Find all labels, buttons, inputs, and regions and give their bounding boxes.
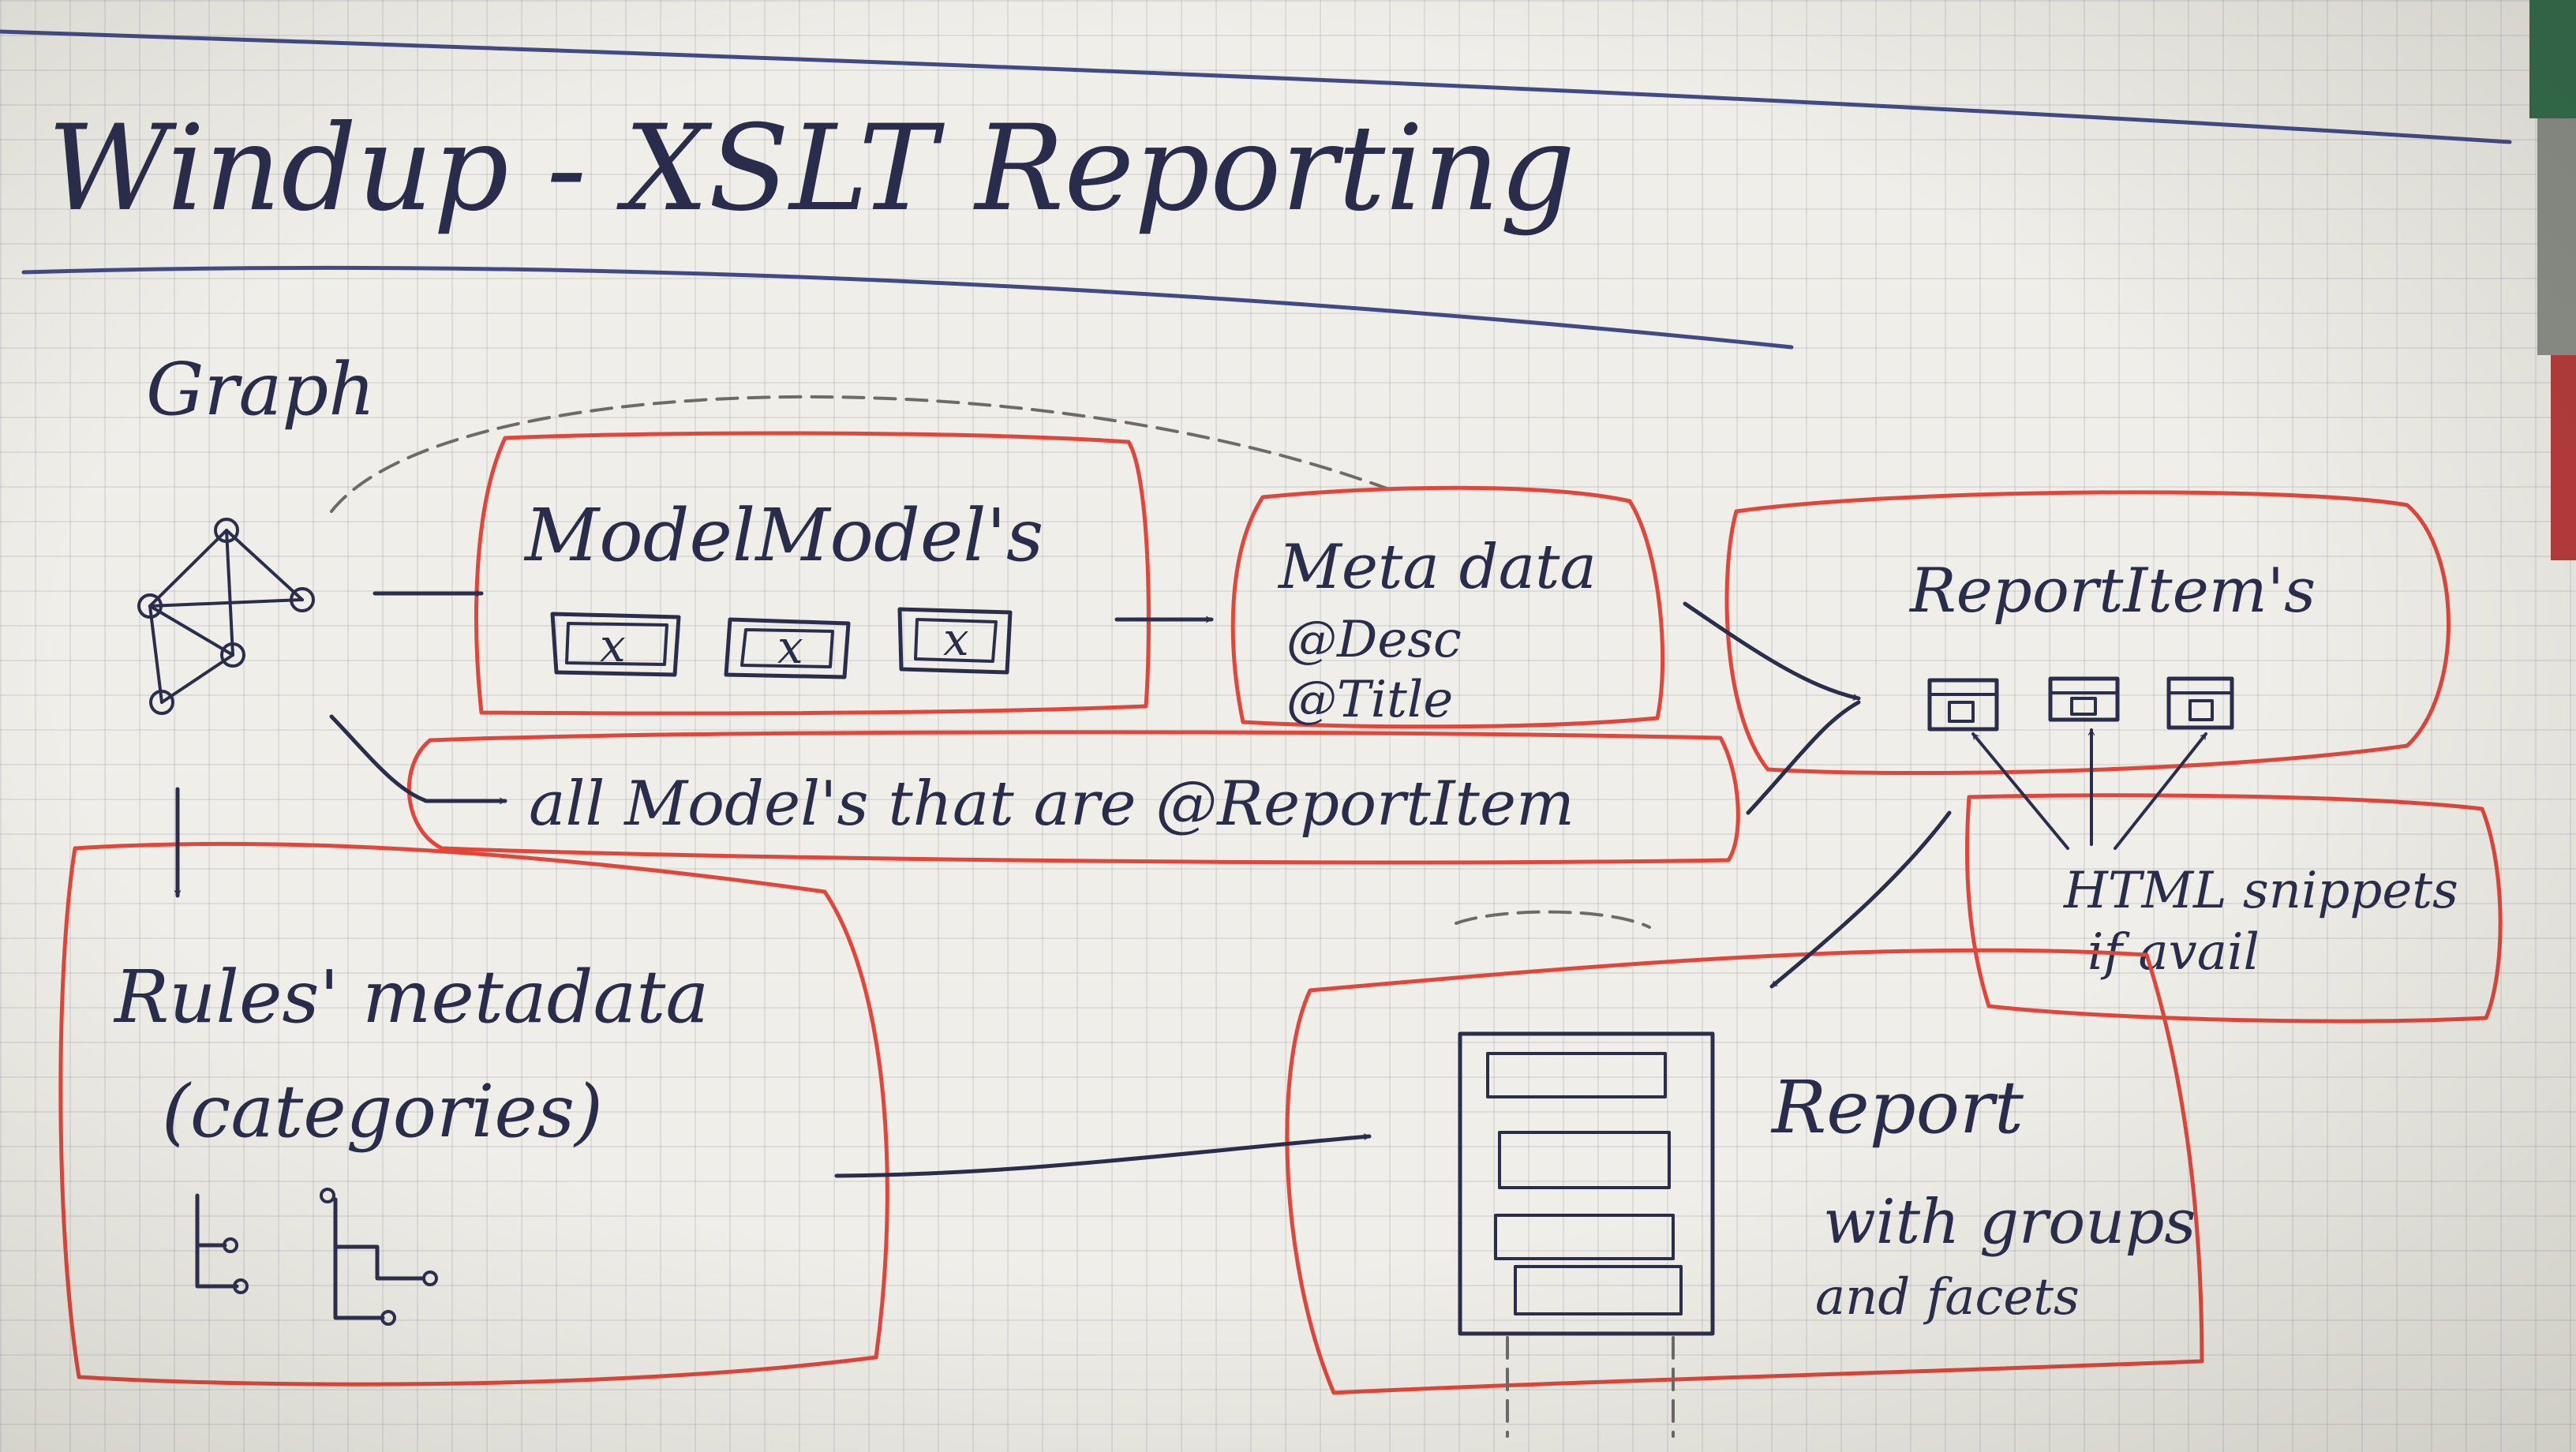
arrow-reportitems-to-report (1769, 810, 1952, 989)
svg-text:x: x (777, 620, 803, 674)
graph-icon (137, 518, 315, 715)
svg-text:x: x (600, 619, 626, 672)
report-item-icons (1927, 676, 2234, 732)
metadata-title-attr: @Title (1286, 671, 1453, 729)
marker-pen-cap (2529, 0, 2576, 560)
html-snippets-line1: HTML snippets (2063, 862, 2458, 920)
title-underline (21, 265, 1794, 350)
model-item-icon: x (897, 607, 1013, 675)
model-label: ModelModel's (523, 493, 1043, 578)
rules-label-line2: (categories) (162, 1069, 603, 1154)
all-models-label: all Model's that are @ReportItem (529, 769, 1574, 840)
metadata-desc: @Desc (1286, 611, 1462, 669)
report-label: Report (1770, 1065, 2024, 1150)
svg-text:x: x (943, 612, 969, 666)
model-item-icon: x (724, 617, 851, 679)
rules-label-line1: Rules' metadata (113, 955, 709, 1039)
report-document-icon (1458, 1031, 1715, 1438)
category-tree-icon (195, 1193, 249, 1294)
category-tree-icon (320, 1188, 438, 1326)
report-line3: and facets (1815, 1268, 2080, 1327)
whiteboard-diagram: Windup - XSLT Reporting Graph ModelModel… (0, 0, 2576, 1438)
arrow-graph-to-allmodels (329, 714, 507, 805)
report-item-icon (2048, 676, 2120, 722)
arrow-snippet-to-item-3 (2114, 732, 2207, 850)
arrow-allmodels-to-reportitems (1746, 700, 1861, 815)
report-items-label: ReportItem's (1908, 556, 2316, 627)
report-line2: with groups (1823, 1187, 2196, 1258)
dashed-report-top (1455, 910, 1651, 929)
graph-label: Graph (146, 347, 375, 432)
report-item-icon (1927, 678, 1999, 732)
arrow-snippet-to-item-1 (1971, 732, 2069, 850)
model-items: x x x (550, 607, 1013, 679)
model-item-icon: x (550, 612, 681, 677)
arrow-metadata-to-reportitems (1683, 601, 1861, 701)
report-items-box (1724, 490, 2451, 776)
metadata-label: Meta data (1277, 532, 1597, 603)
report-item-icon (2166, 676, 2234, 730)
page-title: Windup - XSLT Reporting (47, 100, 1575, 238)
